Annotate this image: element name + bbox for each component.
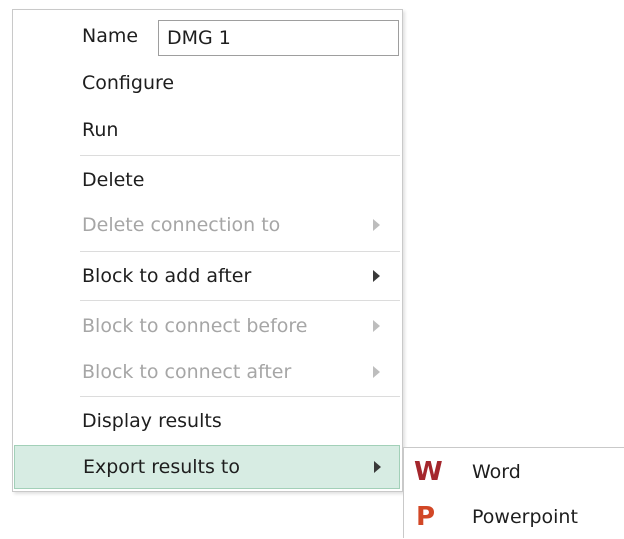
name-label: Name [82,25,139,47]
name-row: Name [13,13,402,59]
menu-item-display-results[interactable]: Display results [13,399,402,443]
menu-item-label: Configure [82,72,175,94]
menu-item-block-to-connect-before[interactable]: Block to connect before [13,304,402,348]
menu-item-label: Delete [82,169,145,191]
menu-item-label: Block to connect before [82,315,308,337]
submenu-item-powerpoint[interactable]: P Powerpoint [404,494,624,539]
chevron-right-icon [374,461,381,473]
menu-separator [80,251,400,252]
menu-item-block-to-connect-after[interactable]: Block to connect after [13,350,402,394]
submenu-item-label: Powerpoint [472,505,578,528]
submenu-item-word[interactable]: W Word [404,449,624,494]
menu-item-delete[interactable]: Delete [13,158,402,202]
submenu-item-label: Word [472,460,521,483]
menu-item-export-results-to[interactable]: Export results to [14,445,400,489]
menu-item-delete-connection-to[interactable]: Delete connection to [13,203,402,247]
menu-item-label: Block to connect after [82,361,292,383]
menu-item-block-to-add-after[interactable]: Block to add after [13,254,402,298]
menu-item-label: Block to add after [82,265,252,287]
chevron-right-icon [373,270,380,282]
menu-item-label: Run [82,119,119,141]
word-icon: W [414,456,443,487]
context-menu: Name Configure Run Delete Delete connect… [12,9,403,492]
chevron-right-icon [373,219,380,231]
menu-item-run[interactable]: Run [13,108,402,152]
chevron-right-icon [373,366,380,378]
export-submenu: W Word P Powerpoint [403,447,624,538]
menu-separator [80,300,400,301]
name-input[interactable] [158,20,399,56]
menu-separator [80,396,400,397]
chevron-right-icon [373,320,380,332]
menu-item-label: Export results to [83,456,241,478]
menu-separator [80,155,400,156]
menu-item-label: Delete connection to [82,214,281,236]
powerpoint-icon: P [416,501,436,532]
menu-item-configure[interactable]: Configure [13,61,402,105]
menu-item-label: Display results [82,410,222,432]
